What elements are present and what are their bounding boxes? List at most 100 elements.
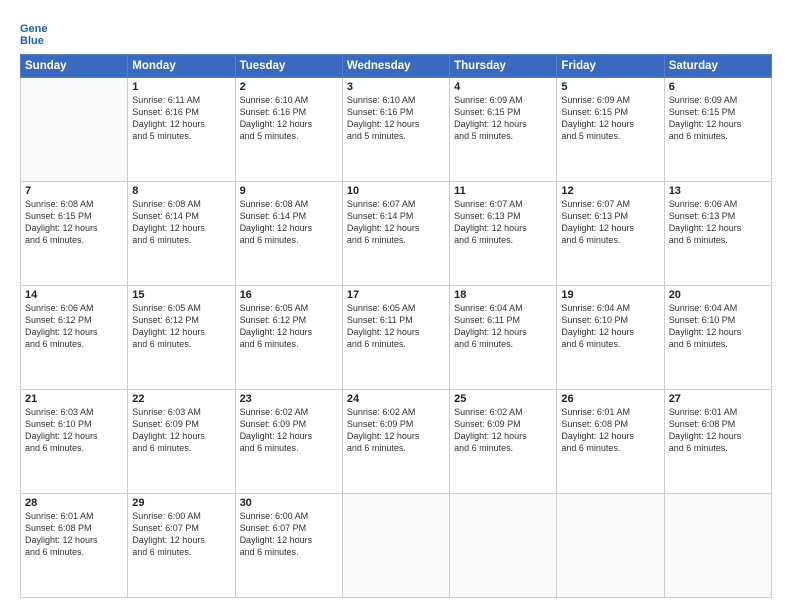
calendar-week-1: 1Sunrise: 6:11 AM Sunset: 6:16 PM Daylig… — [21, 78, 772, 182]
day-info: Sunrise: 6:04 AM Sunset: 6:10 PM Dayligh… — [669, 302, 767, 351]
calendar-cell: 4Sunrise: 6:09 AM Sunset: 6:15 PM Daylig… — [450, 78, 557, 182]
day-info: Sunrise: 6:05 AM Sunset: 6:12 PM Dayligh… — [240, 302, 338, 351]
calendar-cell: 19Sunrise: 6:04 AM Sunset: 6:10 PM Dayli… — [557, 286, 664, 390]
day-number: 21 — [25, 393, 123, 405]
day-info: Sunrise: 6:09 AM Sunset: 6:15 PM Dayligh… — [454, 94, 552, 143]
calendar-cell: 20Sunrise: 6:04 AM Sunset: 6:10 PM Dayli… — [664, 286, 771, 390]
day-info: Sunrise: 6:03 AM Sunset: 6:10 PM Dayligh… — [25, 406, 123, 455]
weekday-header-wednesday: Wednesday — [342, 55, 449, 78]
calendar-cell: 23Sunrise: 6:02 AM Sunset: 6:09 PM Dayli… — [235, 390, 342, 494]
calendar-cell — [664, 494, 771, 598]
day-info: Sunrise: 6:00 AM Sunset: 6:07 PM Dayligh… — [132, 510, 230, 559]
calendar-cell: 13Sunrise: 6:06 AM Sunset: 6:13 PM Dayli… — [664, 182, 771, 286]
svg-text:Blue: Blue — [20, 35, 44, 46]
day-info: Sunrise: 6:04 AM Sunset: 6:11 PM Dayligh… — [454, 302, 552, 351]
day-info: Sunrise: 6:01 AM Sunset: 6:08 PM Dayligh… — [669, 406, 767, 455]
day-info: Sunrise: 6:02 AM Sunset: 6:09 PM Dayligh… — [240, 406, 338, 455]
day-number: 13 — [669, 185, 767, 197]
day-info: Sunrise: 6:04 AM Sunset: 6:10 PM Dayligh… — [561, 302, 659, 351]
day-number: 25 — [454, 393, 552, 405]
day-info: Sunrise: 6:02 AM Sunset: 6:09 PM Dayligh… — [347, 406, 445, 455]
day-info: Sunrise: 6:07 AM Sunset: 6:13 PM Dayligh… — [561, 198, 659, 247]
calendar-cell: 29Sunrise: 6:00 AM Sunset: 6:07 PM Dayli… — [128, 494, 235, 598]
day-number: 8 — [132, 185, 230, 197]
day-info: Sunrise: 6:05 AM Sunset: 6:11 PM Dayligh… — [347, 302, 445, 351]
day-info: Sunrise: 6:01 AM Sunset: 6:08 PM Dayligh… — [25, 510, 123, 559]
calendar-cell: 17Sunrise: 6:05 AM Sunset: 6:11 PM Dayli… — [342, 286, 449, 390]
day-info: Sunrise: 6:06 AM Sunset: 6:12 PM Dayligh… — [25, 302, 123, 351]
day-number: 29 — [132, 497, 230, 509]
day-number: 22 — [132, 393, 230, 405]
calendar-cell — [342, 494, 449, 598]
calendar-cell: 25Sunrise: 6:02 AM Sunset: 6:09 PM Dayli… — [450, 390, 557, 494]
calendar-week-4: 21Sunrise: 6:03 AM Sunset: 6:10 PM Dayli… — [21, 390, 772, 494]
day-info: Sunrise: 6:10 AM Sunset: 6:16 PM Dayligh… — [347, 94, 445, 143]
calendar-cell: 24Sunrise: 6:02 AM Sunset: 6:09 PM Dayli… — [342, 390, 449, 494]
day-number: 18 — [454, 289, 552, 301]
day-number: 30 — [240, 497, 338, 509]
day-info: Sunrise: 6:06 AM Sunset: 6:13 PM Dayligh… — [669, 198, 767, 247]
weekday-header-saturday: Saturday — [664, 55, 771, 78]
calendar-week-5: 28Sunrise: 6:01 AM Sunset: 6:08 PM Dayli… — [21, 494, 772, 598]
calendar-cell: 30Sunrise: 6:00 AM Sunset: 6:07 PM Dayli… — [235, 494, 342, 598]
day-number: 4 — [454, 81, 552, 93]
day-info: Sunrise: 6:07 AM Sunset: 6:14 PM Dayligh… — [347, 198, 445, 247]
calendar-cell: 16Sunrise: 6:05 AM Sunset: 6:12 PM Dayli… — [235, 286, 342, 390]
calendar-cell — [557, 494, 664, 598]
weekday-header-friday: Friday — [557, 55, 664, 78]
day-info: Sunrise: 6:02 AM Sunset: 6:09 PM Dayligh… — [454, 406, 552, 455]
day-number: 12 — [561, 185, 659, 197]
calendar-cell: 14Sunrise: 6:06 AM Sunset: 6:12 PM Dayli… — [21, 286, 128, 390]
page: General Blue SundayMondayTuesdayWednesda… — [0, 0, 792, 612]
calendar-cell: 28Sunrise: 6:01 AM Sunset: 6:08 PM Dayli… — [21, 494, 128, 598]
calendar-cell: 2Sunrise: 6:10 AM Sunset: 6:16 PM Daylig… — [235, 78, 342, 182]
weekday-header-thursday: Thursday — [450, 55, 557, 78]
day-number: 2 — [240, 81, 338, 93]
day-info: Sunrise: 6:03 AM Sunset: 6:09 PM Dayligh… — [132, 406, 230, 455]
calendar-cell — [450, 494, 557, 598]
day-info: Sunrise: 6:09 AM Sunset: 6:15 PM Dayligh… — [669, 94, 767, 143]
header: General Blue — [20, 18, 772, 46]
calendar-cell: 22Sunrise: 6:03 AM Sunset: 6:09 PM Dayli… — [128, 390, 235, 494]
day-info: Sunrise: 6:09 AM Sunset: 6:15 PM Dayligh… — [561, 94, 659, 143]
day-number: 10 — [347, 185, 445, 197]
calendar-cell: 5Sunrise: 6:09 AM Sunset: 6:15 PM Daylig… — [557, 78, 664, 182]
weekday-header-tuesday: Tuesday — [235, 55, 342, 78]
day-info: Sunrise: 6:00 AM Sunset: 6:07 PM Dayligh… — [240, 510, 338, 559]
calendar-cell: 18Sunrise: 6:04 AM Sunset: 6:11 PM Dayli… — [450, 286, 557, 390]
logo: General Blue — [20, 18, 52, 46]
calendar-cell: 8Sunrise: 6:08 AM Sunset: 6:14 PM Daylig… — [128, 182, 235, 286]
day-number: 24 — [347, 393, 445, 405]
calendar-cell: 11Sunrise: 6:07 AM Sunset: 6:13 PM Dayli… — [450, 182, 557, 286]
day-number: 6 — [669, 81, 767, 93]
day-number: 26 — [561, 393, 659, 405]
logo-icon: General Blue — [20, 18, 48, 46]
calendar-cell: 12Sunrise: 6:07 AM Sunset: 6:13 PM Dayli… — [557, 182, 664, 286]
day-number: 16 — [240, 289, 338, 301]
day-number: 1 — [132, 81, 230, 93]
weekday-header-sunday: Sunday — [21, 55, 128, 78]
calendar-cell: 27Sunrise: 6:01 AM Sunset: 6:08 PM Dayli… — [664, 390, 771, 494]
calendar-cell: 21Sunrise: 6:03 AM Sunset: 6:10 PM Dayli… — [21, 390, 128, 494]
calendar-cell: 15Sunrise: 6:05 AM Sunset: 6:12 PM Dayli… — [128, 286, 235, 390]
calendar-cell: 1Sunrise: 6:11 AM Sunset: 6:16 PM Daylig… — [128, 78, 235, 182]
day-number: 3 — [347, 81, 445, 93]
calendar-cell: 7Sunrise: 6:08 AM Sunset: 6:15 PM Daylig… — [21, 182, 128, 286]
day-info: Sunrise: 6:08 AM Sunset: 6:14 PM Dayligh… — [132, 198, 230, 247]
day-number: 9 — [240, 185, 338, 197]
calendar-cell — [21, 78, 128, 182]
day-number: 17 — [347, 289, 445, 301]
weekday-header-monday: Monday — [128, 55, 235, 78]
day-number: 5 — [561, 81, 659, 93]
day-number: 27 — [669, 393, 767, 405]
day-number: 20 — [669, 289, 767, 301]
day-number: 15 — [132, 289, 230, 301]
day-info: Sunrise: 6:08 AM Sunset: 6:14 PM Dayligh… — [240, 198, 338, 247]
day-info: Sunrise: 6:05 AM Sunset: 6:12 PM Dayligh… — [132, 302, 230, 351]
calendar-week-2: 7Sunrise: 6:08 AM Sunset: 6:15 PM Daylig… — [21, 182, 772, 286]
calendar-cell: 9Sunrise: 6:08 AM Sunset: 6:14 PM Daylig… — [235, 182, 342, 286]
calendar-cell: 3Sunrise: 6:10 AM Sunset: 6:16 PM Daylig… — [342, 78, 449, 182]
day-info: Sunrise: 6:11 AM Sunset: 6:16 PM Dayligh… — [132, 94, 230, 143]
day-info: Sunrise: 6:01 AM Sunset: 6:08 PM Dayligh… — [561, 406, 659, 455]
svg-text:General: General — [20, 23, 48, 35]
